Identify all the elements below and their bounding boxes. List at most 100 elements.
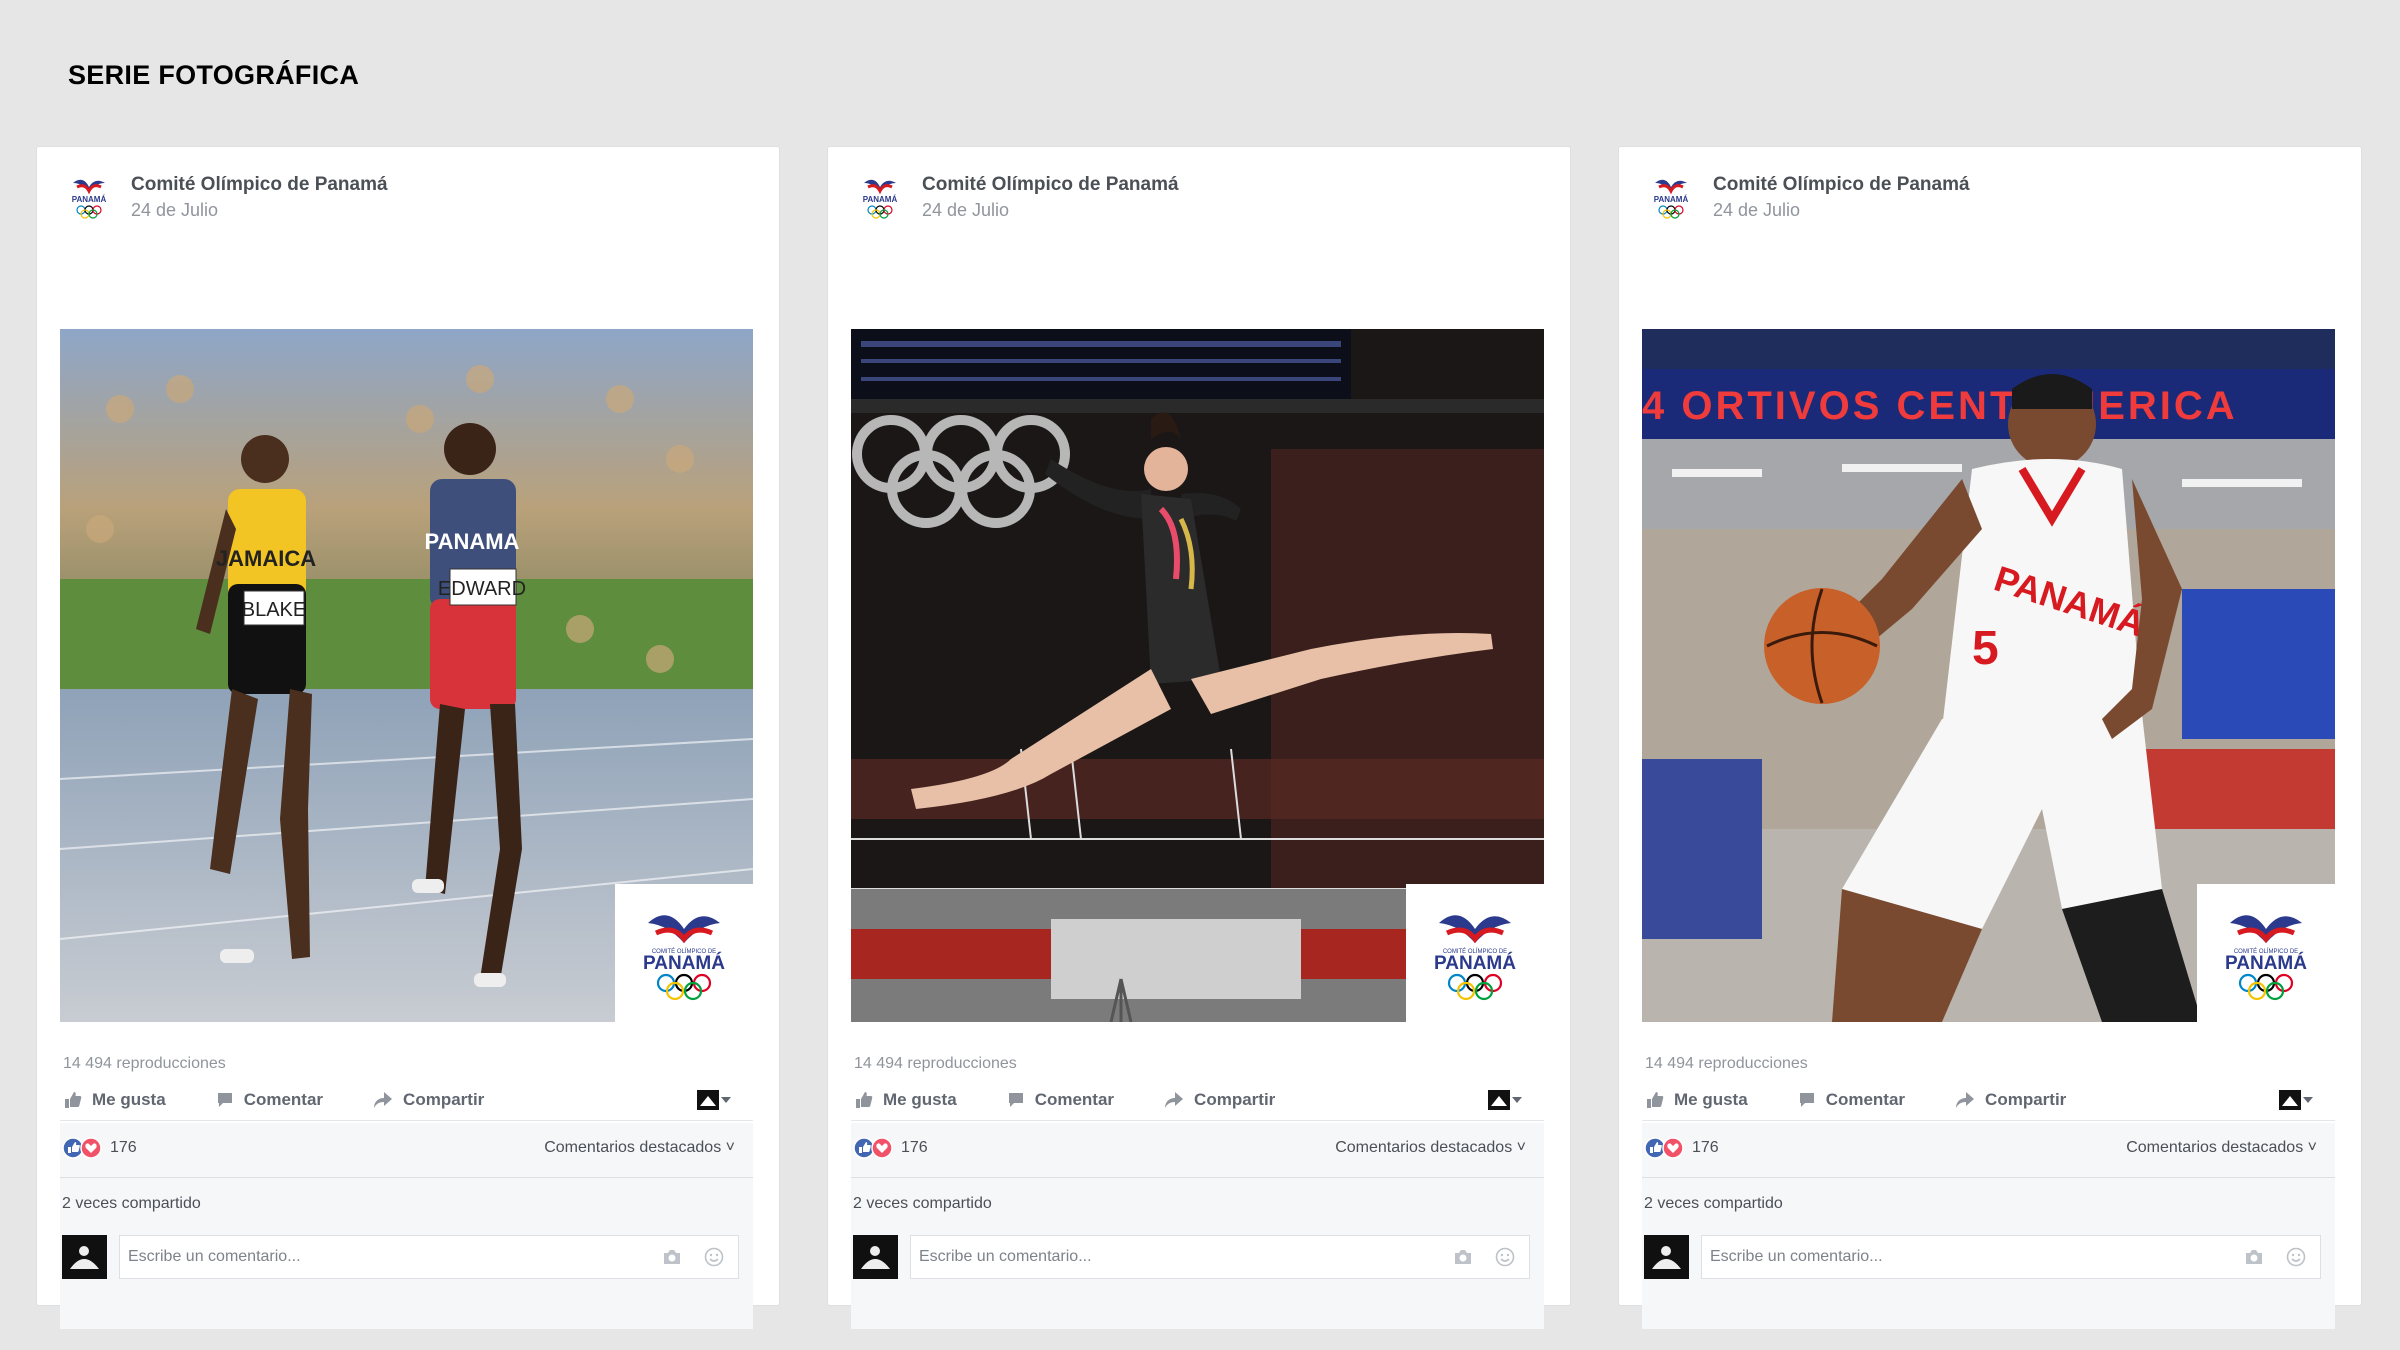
comment-input[interactable] bbox=[128, 1248, 608, 1266]
love-reaction-icon bbox=[871, 1137, 893, 1159]
comment-box bbox=[1701, 1235, 2321, 1279]
post-card: PANAMÁ Comité Olímpico de Panamá 24 de J… bbox=[36, 146, 780, 1329]
comment-button[interactable]: Comentar bbox=[1007, 1090, 1114, 1110]
post-date[interactable]: 24 de Julio bbox=[1713, 197, 1970, 223]
page-avatar[interactable]: PANAMÁ bbox=[67, 173, 111, 219]
comment-label: Comentar bbox=[243, 1089, 324, 1109]
post-date[interactable]: 24 de Julio bbox=[922, 197, 1179, 223]
svg-text:PANAMÁ: PANAMÁ bbox=[2225, 952, 2307, 974]
page-name-link[interactable]: Comité Olímpico de Panamá bbox=[131, 173, 388, 197]
svg-text:PANAMÁ: PANAMÁ bbox=[1654, 195, 1689, 204]
reaction-count: 176 bbox=[1692, 1139, 1719, 1156]
reaction-count: 176 bbox=[110, 1139, 137, 1156]
share-label: Compartir bbox=[1985, 1089, 2067, 1109]
emoji-icon[interactable] bbox=[1495, 1247, 1515, 1267]
action-bar: Me gusta Comentar Compartir bbox=[851, 1079, 1544, 1121]
emoji-icon[interactable] bbox=[704, 1247, 724, 1267]
svg-text:4 ORTIVOS CENT AMERICA: 4 ORTIVOS CENT AMERICA bbox=[1642, 384, 2238, 428]
page-title: SERIE FOTOGRÁFICA bbox=[68, 60, 360, 90]
svg-text:BLAKE: BLAKE bbox=[242, 599, 306, 621]
engagement-section: 176 Comentarios destacados ˅ 2 veces com… bbox=[1642, 1123, 2335, 1329]
reaction-count: 176 bbox=[901, 1139, 928, 1156]
commenter-avatar bbox=[1644, 1235, 1689, 1279]
share-label: Compartir bbox=[403, 1089, 485, 1109]
reactions-summary[interactable]: 176 bbox=[60, 1123, 137, 1173]
shares-count-link[interactable]: 2 veces compartido bbox=[853, 1195, 992, 1213]
share-button[interactable]: Compartir bbox=[373, 1090, 484, 1110]
post-as-selector[interactable] bbox=[697, 1089, 733, 1110]
like-label: Me gusta bbox=[92, 1089, 166, 1109]
comment-input[interactable] bbox=[919, 1248, 1399, 1266]
page-name-link[interactable]: Comité Olímpico de Panamá bbox=[1713, 173, 1970, 197]
like-label: Me gusta bbox=[1674, 1089, 1748, 1109]
page-avatar-mini-icon bbox=[697, 1089, 719, 1110]
post-as-selector[interactable] bbox=[1488, 1089, 1524, 1110]
post-photo[interactable]: COMITÉ OLÍMPICO DE PANAMÁ bbox=[851, 329, 1544, 1022]
page-avatar[interactable]: PANAMÁ bbox=[1649, 173, 1693, 219]
featured-comments-toggle[interactable]: Comentarios destacados ˅ bbox=[544, 1139, 735, 1157]
action-bar: Me gusta Comentar Compartir bbox=[1642, 1079, 2335, 1121]
watermark-logo: COMITÉ OLÍMPICO DE PANAMÁ bbox=[615, 884, 753, 1022]
post-header: PANAMÁ Comité Olímpico de Panamá 24 de J… bbox=[1649, 173, 1970, 220]
comment-box bbox=[910, 1235, 1530, 1279]
reactions-summary[interactable]: 176 bbox=[851, 1123, 928, 1173]
camera-icon[interactable] bbox=[2244, 1249, 2264, 1265]
view-count: 14 494 reproducciones bbox=[63, 1055, 226, 1072]
page-name-link[interactable]: Comité Olímpico de Panamá bbox=[922, 173, 1179, 197]
post-header: PANAMÁ Comité Olímpico de Panamá 24 de J… bbox=[858, 173, 1179, 220]
like-label: Me gusta bbox=[883, 1089, 957, 1109]
svg-text:5: 5 bbox=[1972, 622, 1999, 675]
share-arrow-icon bbox=[1165, 1091, 1184, 1108]
reactions-summary[interactable]: 176 bbox=[1642, 1123, 1719, 1173]
thumbs-up-icon bbox=[65, 1091, 82, 1108]
divider bbox=[851, 1177, 1544, 1178]
engagement-section: 176 Comentarios destacados ˅ 2 veces com… bbox=[60, 1123, 753, 1329]
page-avatar-mini-icon bbox=[1488, 1089, 1510, 1110]
post-as-selector[interactable] bbox=[2279, 1089, 2315, 1110]
shares-count-link[interactable]: 2 veces compartido bbox=[1644, 1195, 1783, 1213]
comment-box bbox=[119, 1235, 739, 1279]
watermark-logo: COMITÉ OLÍMPICO DE PANAMÁ bbox=[1406, 884, 1544, 1022]
comment-label: Comentar bbox=[1034, 1089, 1115, 1109]
share-button[interactable]: Compartir bbox=[1164, 1090, 1275, 1110]
svg-text:PANAMA: PANAMA bbox=[425, 529, 520, 554]
shares-count-link[interactable]: 2 veces compartido bbox=[62, 1195, 201, 1213]
post-card: PANAMÁ Comité Olímpico de Panamá 24 de J… bbox=[1618, 146, 2362, 1329]
camera-icon[interactable] bbox=[662, 1249, 682, 1265]
chevron-down-icon bbox=[721, 1096, 731, 1103]
chevron-down-icon bbox=[2303, 1096, 2313, 1103]
emoji-icon[interactable] bbox=[2286, 1247, 2306, 1267]
featured-comments-toggle[interactable]: Comentarios destacados ˅ bbox=[1335, 1139, 1526, 1157]
watermark-logo: COMITÉ OLÍMPICO DE PANAMÁ bbox=[2197, 884, 2335, 1022]
commenter-avatar bbox=[853, 1235, 898, 1279]
comment-icon bbox=[217, 1092, 232, 1107]
svg-text:PANAMÁ: PANAMÁ bbox=[72, 195, 107, 204]
post-date[interactable]: 24 de Julio bbox=[131, 197, 388, 223]
comment-label: Comentar bbox=[1825, 1089, 1906, 1109]
svg-text:PANAMÁ: PANAMÁ bbox=[1434, 952, 1516, 974]
view-count: 14 494 reproducciones bbox=[854, 1055, 1017, 1072]
like-button[interactable]: Me gusta bbox=[64, 1090, 166, 1110]
divider bbox=[1642, 1177, 2335, 1178]
featured-comments-toggle[interactable]: Comentarios destacados ˅ bbox=[2126, 1139, 2317, 1157]
view-count: 14 494 reproducciones bbox=[1645, 1055, 1808, 1072]
svg-text:EDWARD: EDWARD bbox=[438, 578, 526, 600]
comment-composer bbox=[1644, 1235, 2321, 1279]
comment-input[interactable] bbox=[1710, 1248, 2190, 1266]
svg-text:PANAMÁ: PANAMÁ bbox=[643, 952, 725, 974]
post-card: PANAMÁ Comité Olímpico de Panamá 24 de J… bbox=[827, 146, 1571, 1329]
post-photo[interactable]: 4 ORTIVOS CENT AMERICA PANAMÁ 5 COMITÉ O… bbox=[1642, 329, 2335, 1022]
comment-button[interactable]: Comentar bbox=[216, 1090, 323, 1110]
page-avatar-mini-icon bbox=[2279, 1089, 2301, 1110]
post-header: PANAMÁ Comité Olímpico de Panamá 24 de J… bbox=[67, 173, 388, 220]
like-button[interactable]: Me gusta bbox=[855, 1090, 957, 1110]
share-button[interactable]: Compartir bbox=[1955, 1090, 2066, 1110]
comment-icon bbox=[1008, 1092, 1023, 1107]
divider bbox=[60, 1177, 753, 1178]
post-photo[interactable]: JAMAICA BLAKE PANAMA EDWARD COMITÉ OLÍMP… bbox=[60, 329, 753, 1022]
comment-button[interactable]: Comentar bbox=[1798, 1090, 1905, 1110]
like-button[interactable]: Me gusta bbox=[1646, 1090, 1748, 1110]
svg-text:JAMAICA: JAMAICA bbox=[216, 546, 316, 571]
camera-icon[interactable] bbox=[1453, 1249, 1473, 1265]
page-avatar[interactable]: PANAMÁ bbox=[858, 173, 902, 219]
